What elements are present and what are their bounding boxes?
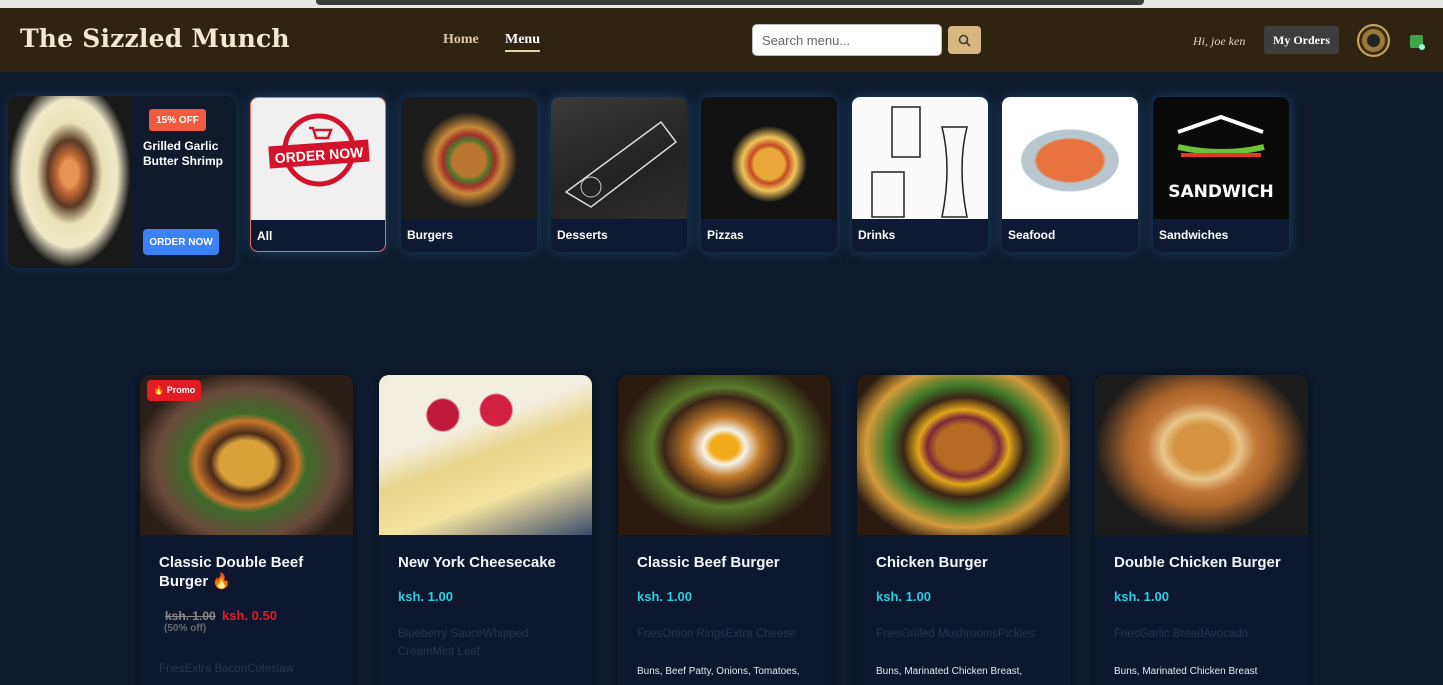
category-drinks[interactable]: Drinks xyxy=(852,97,988,252)
product-ingredients: Buns, Beef Patty, Onions, Tomatoes, xyxy=(637,666,800,677)
sandwich-logo: SANDWICH xyxy=(1168,114,1274,202)
category-desserts[interactable]: Desserts xyxy=(551,97,687,252)
nav-menu[interactable]: Menu xyxy=(505,32,540,52)
search-button[interactable] xyxy=(948,26,981,54)
discount-text: (50% off) xyxy=(164,623,207,634)
dessert-chalk-icon xyxy=(564,120,678,208)
product-image xyxy=(1095,375,1308,535)
order-now-logo: ORDER NOW xyxy=(268,113,370,187)
product-title: Classic Double Beef Burger 🔥 xyxy=(159,554,304,590)
category-pizzas-image xyxy=(701,97,837,219)
sandwich-logo-text: SANDWICH xyxy=(1168,182,1274,202)
product-card[interactable]: 🔥 Promo Classic Double Beef Burger 🔥 ksh… xyxy=(140,375,353,685)
category-pizzas[interactable]: Pizzas xyxy=(701,97,837,252)
category-all[interactable]: ORDER NOW All xyxy=(250,97,386,252)
product-image xyxy=(379,375,592,535)
promo-image xyxy=(8,96,131,268)
product-card[interactable]: Chicken Burger ksh. 1.00 FriesGrilled Mu… xyxy=(857,375,1070,685)
cart-icon[interactable] xyxy=(1410,35,1425,50)
product-title: New York Cheesecake xyxy=(398,554,556,571)
category-label: Sandwiches xyxy=(1159,228,1229,242)
discount-badge: 15% OFF xyxy=(149,109,206,131)
user-greeting: Hi, joe ken xyxy=(1193,34,1246,48)
product-ingredients: Buns, Marinated Chicken Breast xyxy=(1114,666,1258,677)
product-card[interactable]: Double Chicken Burger ksh. 1.00 FriesGar… xyxy=(1095,375,1308,685)
search-icon xyxy=(958,34,971,47)
product-image xyxy=(857,375,1070,535)
my-orders-button[interactable]: My Orders xyxy=(1264,26,1339,54)
category-label: Drinks xyxy=(858,228,896,242)
category-seafood-image xyxy=(1002,97,1138,219)
category-label: Burgers xyxy=(407,228,454,242)
category-sandwiches[interactable]: SANDWICH Sandwiches xyxy=(1153,97,1289,252)
category-label: Seafood xyxy=(1008,228,1056,242)
category-drinks-image xyxy=(852,97,988,219)
product-card[interactable]: Classic Beef Burger ksh. 1.00 FriesOnion… xyxy=(618,375,831,685)
promo-card: 15% OFF Grilled Garlic Butter Shrimp ORD… xyxy=(8,96,236,268)
product-price: ksh. 1.00 xyxy=(637,589,692,604)
product-price: ksh. 1.00 xyxy=(398,589,453,604)
scroll-indicator xyxy=(316,0,1144,5)
category-all-image: ORDER NOW xyxy=(251,98,385,220)
sale-price: ksh. 0.50 xyxy=(222,608,277,623)
product-title: Chicken Burger xyxy=(876,554,988,571)
promo-title: Grilled Garlic Butter Shrimp xyxy=(143,139,224,168)
product-extras: FriesExtra BaconColeslaw xyxy=(159,663,294,675)
navbar: The Sizzled Munch Home Menu Hi, joe ken … xyxy=(0,8,1443,72)
category-label: All xyxy=(257,229,273,243)
category-label: Desserts xyxy=(557,228,608,242)
product-image xyxy=(618,375,831,535)
category-sandwiches-image: SANDWICH xyxy=(1153,97,1289,219)
product-extras: Blueberry SauceWhipped CreamMint Leaf xyxy=(398,628,529,658)
category-burgers[interactable]: Burgers xyxy=(401,97,537,252)
promo-tag: 🔥 Promo xyxy=(147,380,202,401)
category-label: Pizzas xyxy=(707,228,744,242)
browser-top-strip xyxy=(0,0,1443,8)
drinks-sketch-icon xyxy=(871,106,968,218)
product-extras: FriesOnion RingsExtra Cheese xyxy=(637,628,796,640)
avatar[interactable] xyxy=(1357,24,1390,57)
product-price: ksh. 1.00 xyxy=(1114,589,1169,604)
product-extras: FriesGrilled MushroomsPickles xyxy=(876,628,1035,640)
product-card[interactable]: New York Cheesecake ksh. 1.00 Blueberry … xyxy=(379,375,592,685)
product-price: ksh. 1.00 xyxy=(876,589,931,604)
brand-logo[interactable]: The Sizzled Munch xyxy=(20,24,290,53)
category-desserts-image xyxy=(551,97,687,219)
order-now-button[interactable]: ORDER NOW xyxy=(143,229,219,255)
nav-home[interactable]: Home xyxy=(443,32,479,48)
product-title: Classic Beef Burger xyxy=(637,554,780,571)
category-burgers-image xyxy=(401,97,537,219)
product-title: Double Chicken Burger xyxy=(1114,554,1281,571)
search-input[interactable] xyxy=(752,24,942,56)
product-extras: FriesGarlic BreadAvocado xyxy=(1114,628,1249,640)
product-ingredients: Buns, Marinated Chicken Breast, xyxy=(876,666,1023,677)
category-seafood[interactable]: Seafood xyxy=(1002,97,1138,252)
old-price: ksh. 1.00 xyxy=(165,609,216,623)
